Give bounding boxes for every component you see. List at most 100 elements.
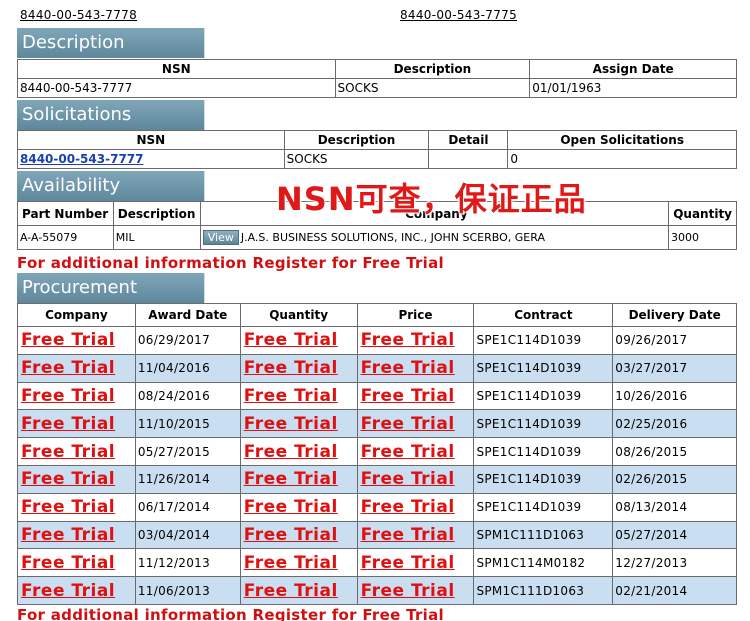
table-row: 8440-00-543-7777 SOCKS 01/01/1963 (17, 78, 737, 98)
company-cell: Free Trial (17, 548, 136, 578)
free-trial-link[interactable]: Free Trial (21, 581, 115, 601)
table-row: Free Trial 03/04/2014 Free Trial Free Trial… (17, 520, 737, 550)
delivery-date-cell: 10/26/2016 (612, 381, 737, 411)
award-date-cell: 06/29/2017 (134, 326, 241, 355)
award-date-cell: 03/04/2014 (134, 520, 241, 550)
register-free-trial-link[interactable]: For additional information Register for … (17, 606, 444, 621)
column-header: Description (283, 130, 430, 150)
award-date-cell: 11/06/2013 (134, 576, 241, 605)
company-cell: Free Trial (17, 576, 136, 605)
column-header: NSN (17, 59, 336, 79)
nsn-cell: 8440-00-543-7777 (17, 149, 285, 169)
free-trial-link[interactable]: Free Trial (244, 330, 338, 350)
delivery-date-cell: 08/26/2015 (612, 437, 737, 466)
company-cell: View J.A.S. BUSINESS SOLUTIONS, INC., JOH… (199, 225, 669, 250)
availability-section-header: Availability (17, 171, 205, 201)
free-trial-link[interactable]: Free Trial (244, 414, 338, 434)
free-trial-link[interactable]: Free Trial (21, 469, 115, 489)
table-row: Free Trial 06/17/2014 Free Trial Free Trial… (17, 492, 737, 522)
company-cell: Free Trial (17, 437, 136, 466)
solicitations-section-header: Solicitations (17, 100, 205, 130)
contract-cell: SPE1C114D1039 (473, 409, 614, 439)
description-cell: SOCKS (283, 149, 430, 169)
free-trial-link[interactable]: Free Trial (244, 386, 338, 406)
contract-cell: SPE1C114D1039 (473, 464, 614, 494)
description-table: NSN Description Assign Date 8440-00-543-… (17, 59, 737, 98)
free-trial-link[interactable]: Free Trial (361, 469, 455, 489)
free-trial-link[interactable]: Free Trial (21, 525, 115, 545)
free-trial-link[interactable]: Free Trial (21, 553, 115, 573)
free-trial-link[interactable]: Free Trial (21, 358, 115, 378)
quantity-cell: 3000 (667, 225, 738, 250)
contract-cell: SPE1C114D1039 (473, 353, 614, 383)
free-trial-link[interactable]: Free Trial (244, 581, 338, 601)
free-trial-link[interactable]: Free Trial (244, 525, 338, 545)
free-trial-link[interactable]: Free Trial (361, 553, 455, 573)
price-cell: Free Trial (356, 409, 475, 439)
description-cell: SOCKS (334, 78, 531, 98)
column-header: Company (17, 303, 136, 327)
quantity-cell: Free Trial (239, 576, 358, 605)
table-row: Free Trial 05/27/2015 Free Trial Free Trial… (17, 437, 737, 466)
procurement-section-header: Procurement (17, 273, 205, 303)
free-trial-link[interactable]: Free Trial (21, 414, 115, 434)
column-header: Description (112, 201, 201, 226)
table-row: Free Trial 11/06/2013 Free Trial Free Trial… (17, 576, 737, 605)
free-trial-link[interactable]: Free Trial (361, 386, 455, 406)
free-trial-link[interactable]: Free Trial (21, 386, 115, 406)
delivery-date-cell: 12/27/2013 (612, 548, 737, 578)
quantity-cell: Free Trial (239, 520, 358, 550)
column-header: NSN (17, 130, 285, 150)
company-cell: Free Trial (17, 409, 136, 439)
contract-cell: SPE1C114D1039 (473, 437, 614, 466)
table-row: Free Trial 11/12/2013 Free Trial Free Trial… (17, 548, 737, 578)
view-button[interactable]: View (202, 230, 239, 245)
delivery-date-cell: 02/21/2014 (612, 576, 737, 605)
free-trial-link[interactable]: Free Trial (244, 358, 338, 378)
quantity-cell: Free Trial (239, 492, 358, 522)
free-trial-link[interactable]: Free Trial (361, 497, 455, 517)
free-trial-link[interactable]: Free Trial (244, 553, 338, 573)
related-nsn-link[interactable]: 8440-00-543-7775 (400, 8, 517, 22)
quantity-cell: Free Trial (239, 437, 358, 466)
free-trial-link[interactable]: Free Trial (361, 442, 455, 462)
company-cell: Free Trial (17, 326, 136, 355)
quantity-cell: Free Trial (239, 548, 358, 578)
column-header: Open Solicitations (507, 130, 737, 150)
free-trial-link[interactable]: Free Trial (361, 358, 455, 378)
free-trial-link[interactable]: Free Trial (21, 330, 115, 350)
column-header: Detail (428, 130, 509, 150)
free-trial-link[interactable]: Free Trial (244, 442, 338, 462)
free-trial-link[interactable]: Free Trial (361, 330, 455, 350)
table-row: Free Trial 08/24/2016 Free Trial Free Trial… (17, 381, 737, 411)
column-header: Contract (473, 303, 614, 327)
free-trial-link[interactable]: Free Trial (361, 581, 455, 601)
free-trial-link[interactable]: Free Trial (21, 497, 115, 517)
free-trial-link[interactable]: Free Trial (21, 442, 115, 462)
price-cell: Free Trial (356, 576, 475, 605)
column-header: Quantity (239, 303, 358, 327)
award-date-cell: 11/26/2014 (134, 464, 241, 494)
free-trial-link[interactable]: Free Trial (361, 525, 455, 545)
delivery-date-cell: 08/13/2014 (612, 492, 737, 522)
register-free-trial-link[interactable]: For additional information Register for … (17, 254, 444, 272)
related-nsn-link[interactable]: 8440-00-543-7778 (20, 8, 137, 22)
column-header: Award Date (134, 303, 241, 327)
delivery-date-cell: 03/27/2017 (612, 353, 737, 383)
contract-cell: SPE1C114D1039 (473, 492, 614, 522)
free-trial-link[interactable]: Free Trial (244, 497, 338, 517)
quantity-cell: Free Trial (239, 353, 358, 383)
table-row: Free Trial 11/04/2016 Free Trial Free Trial… (17, 353, 737, 383)
free-trial-link[interactable]: Free Trial (361, 414, 455, 434)
contract-cell: SPM1C111D1063 (473, 576, 614, 605)
nsn-link[interactable]: 8440-00-543-7777 (20, 152, 144, 166)
company-cell: Free Trial (17, 353, 136, 383)
column-header: Description (334, 59, 531, 79)
contract-cell: SPM1C114M0182 (473, 548, 614, 578)
price-cell: Free Trial (356, 548, 475, 578)
free-trial-link[interactable]: Free Trial (244, 469, 338, 489)
delivery-date-cell: 02/26/2015 (612, 464, 737, 494)
company-name: J.A.S. BUSINESS SOLUTIONS, INC., JOHN SC… (240, 231, 545, 244)
table-row: 8440-00-543-7777 SOCKS 0 (17, 149, 737, 169)
company-cell: Free Trial (17, 381, 136, 411)
